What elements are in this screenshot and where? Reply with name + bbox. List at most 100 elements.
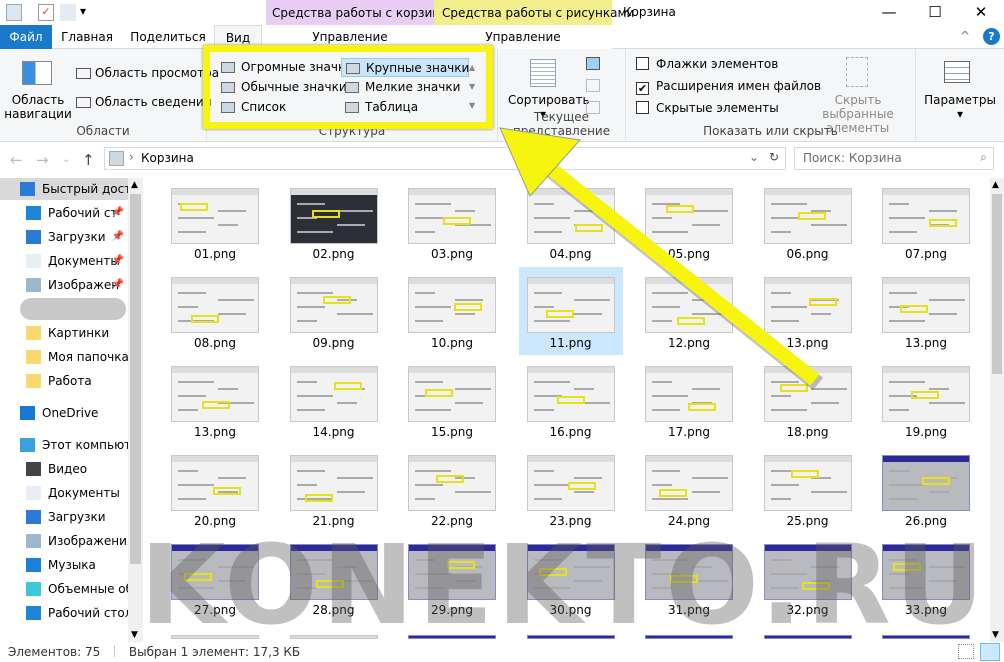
checkbox[interactable] — [636, 57, 649, 70]
sidebar-item[interactable]: Документы 📌 — [0, 250, 128, 272]
file-item[interactable] — [756, 623, 860, 639]
file-item[interactable] — [519, 623, 623, 639]
sidebar-item[interactable]: Музыка — [0, 554, 128, 576]
large-icons-view-button[interactable] — [980, 643, 1000, 661]
file-item[interactable]: 02.png — [282, 178, 386, 266]
new-folder-icon[interactable] — [60, 4, 76, 21]
sidebar-item[interactable]: OneDrive — [0, 402, 128, 424]
file-item[interactable]: 13.png — [163, 356, 267, 444]
collapse-ribbon-icon[interactable]: ^ — [960, 29, 970, 43]
file-item[interactable]: 22.png — [400, 445, 504, 533]
file-item[interactable]: 30.png — [519, 534, 623, 622]
group-by-icon[interactable] — [586, 57, 600, 70]
checkbox[interactable] — [636, 101, 649, 114]
address-input[interactable]: › Корзина ⌄ ↻ — [104, 147, 786, 170]
file-item[interactable]: 21.png — [282, 445, 386, 533]
file-item[interactable]: 13.png — [874, 267, 978, 355]
file-item[interactable]: 23.png — [519, 445, 623, 533]
file-item[interactable]: 20.png — [163, 445, 267, 533]
close-button[interactable]: ✕ — [958, 0, 1004, 25]
sidebar-item[interactable]: Объемные об — [0, 578, 128, 600]
file-item[interactable]: 26.png — [874, 445, 978, 533]
navigation-scrollbar[interactable]: ▲ ▼ — [128, 178, 143, 642]
sidebar-item[interactable] — [20, 298, 126, 320]
file-item[interactable]: 31.png — [637, 534, 741, 622]
scroll-up-icon[interactable]: ▲ — [131, 180, 138, 190]
breadcrumb-recycle-bin[interactable]: Корзина — [141, 151, 194, 165]
properties-icon[interactable]: ✓ — [38, 4, 54, 21]
file-item[interactable]: 24.png — [637, 445, 741, 533]
file-item[interactable]: 08.png — [163, 267, 267, 355]
file-item[interactable] — [400, 623, 504, 639]
sidebar-item[interactable]: Картинки — [0, 322, 128, 344]
item-checkboxes-toggle[interactable]: Флажки элементов — [636, 57, 778, 71]
file-item[interactable]: 09.png — [282, 267, 386, 355]
sidebar-item[interactable]: Видео — [0, 458, 128, 480]
file-item[interactable]: 11.png — [518, 267, 623, 355]
details-view-button[interactable] — [958, 644, 974, 659]
sidebar-item[interactable]: Этот компьютер — [0, 434, 128, 456]
sidebar-item[interactable]: Работа — [0, 370, 128, 392]
tab-file[interactable]: Файл — [0, 25, 52, 49]
file-extensions-toggle[interactable]: ✔ Расширения имен файлов — [636, 79, 821, 95]
file-item[interactable]: 15.png — [400, 356, 504, 444]
file-item[interactable]: 12.png — [637, 267, 741, 355]
minimize-button[interactable]: — — [866, 0, 912, 25]
scroll-up-icon[interactable]: ▲ — [992, 180, 999, 190]
file-item[interactable]: 33.png — [874, 534, 978, 622]
scroll-down-icon[interactable]: ▼ — [992, 630, 999, 640]
maximize-button[interactable]: ☐ — [912, 0, 958, 25]
search-input[interactable]: Поиск: Корзина ⌕ — [794, 147, 994, 170]
file-item[interactable] — [637, 623, 741, 639]
file-item[interactable]: 28.png — [282, 534, 386, 622]
sidebar-item[interactable]: Изображен 📌 — [0, 274, 128, 296]
recent-locations-button[interactable]: ⌄ — [62, 154, 70, 165]
file-item[interactable]: 18.png — [756, 356, 860, 444]
file-item[interactable]: 01.png — [163, 178, 267, 266]
sidebar-item[interactable]: Загрузки — [0, 506, 128, 528]
scrollbar-thumb[interactable] — [992, 194, 1002, 374]
navigation-pane-button[interactable]: Область навигации — [4, 93, 72, 121]
file-item[interactable]: 29.png — [400, 534, 504, 622]
sidebar-item[interactable]: Быстрый доступ — [0, 178, 128, 200]
content-scrollbar[interactable]: ▲ ▼ — [990, 178, 1004, 642]
forward-button[interactable]: → — [36, 151, 49, 169]
preview-pane-button[interactable]: Область просмотра — [76, 66, 219, 80]
scrollbar-thumb[interactable] — [130, 194, 141, 564]
sidebar-item[interactable]: Изображения — [0, 530, 128, 552]
file-item[interactable]: 17.png — [637, 356, 741, 444]
customize-toolbar-icon[interactable]: ▾ — [80, 4, 86, 18]
scroll-down-icon[interactable]: ▼ — [131, 630, 138, 640]
sidebar-item[interactable]: Рабочий ст 📌 — [0, 202, 128, 224]
sidebar-item[interactable]: Документы — [0, 482, 128, 504]
file-item[interactable]: 07.png — [874, 178, 978, 266]
file-item[interactable]: 32.png — [756, 534, 860, 622]
file-item[interactable]: 04.png — [519, 178, 623, 266]
file-item[interactable]: 05.png — [637, 178, 741, 266]
file-item[interactable]: 14.png — [282, 356, 386, 444]
up-button[interactable]: ↑ — [82, 151, 95, 169]
file-item[interactable]: 27.png — [163, 534, 267, 622]
sidebar-item[interactable]: Рабочий стол — [0, 602, 128, 624]
details-pane-button[interactable]: Область сведений — [76, 95, 212, 109]
file-item[interactable] — [282, 623, 386, 639]
file-item[interactable]: 06.png — [756, 178, 860, 266]
sidebar-item[interactable]: Моя папочка — [0, 346, 128, 368]
file-item[interactable]: 03.png — [400, 178, 504, 266]
sidebar-item[interactable]: Загрузки 📌 — [0, 226, 128, 248]
refresh-icon[interactable]: ↻ — [769, 150, 779, 164]
options-button[interactable]: Параметры ▾ — [920, 93, 1000, 121]
tab-share[interactable]: Поделиться — [130, 25, 206, 49]
file-item[interactable]: 10.png — [400, 267, 504, 355]
help-icon[interactable]: ? — [983, 28, 1000, 45]
tab-home[interactable]: Главная — [56, 25, 118, 49]
file-item[interactable]: 13.png — [756, 267, 860, 355]
hidden-items-toggle[interactable]: Скрытые элементы — [636, 101, 779, 115]
address-dropdown-icon[interactable]: ⌄ — [749, 150, 759, 164]
file-item[interactable] — [874, 623, 978, 639]
file-item[interactable]: 25.png — [756, 445, 860, 533]
file-item[interactable]: 16.png — [519, 356, 623, 444]
back-button[interactable]: ← — [10, 151, 23, 169]
checkbox-checked[interactable]: ✔ — [636, 82, 649, 95]
file-item[interactable]: 19.png — [874, 356, 978, 444]
